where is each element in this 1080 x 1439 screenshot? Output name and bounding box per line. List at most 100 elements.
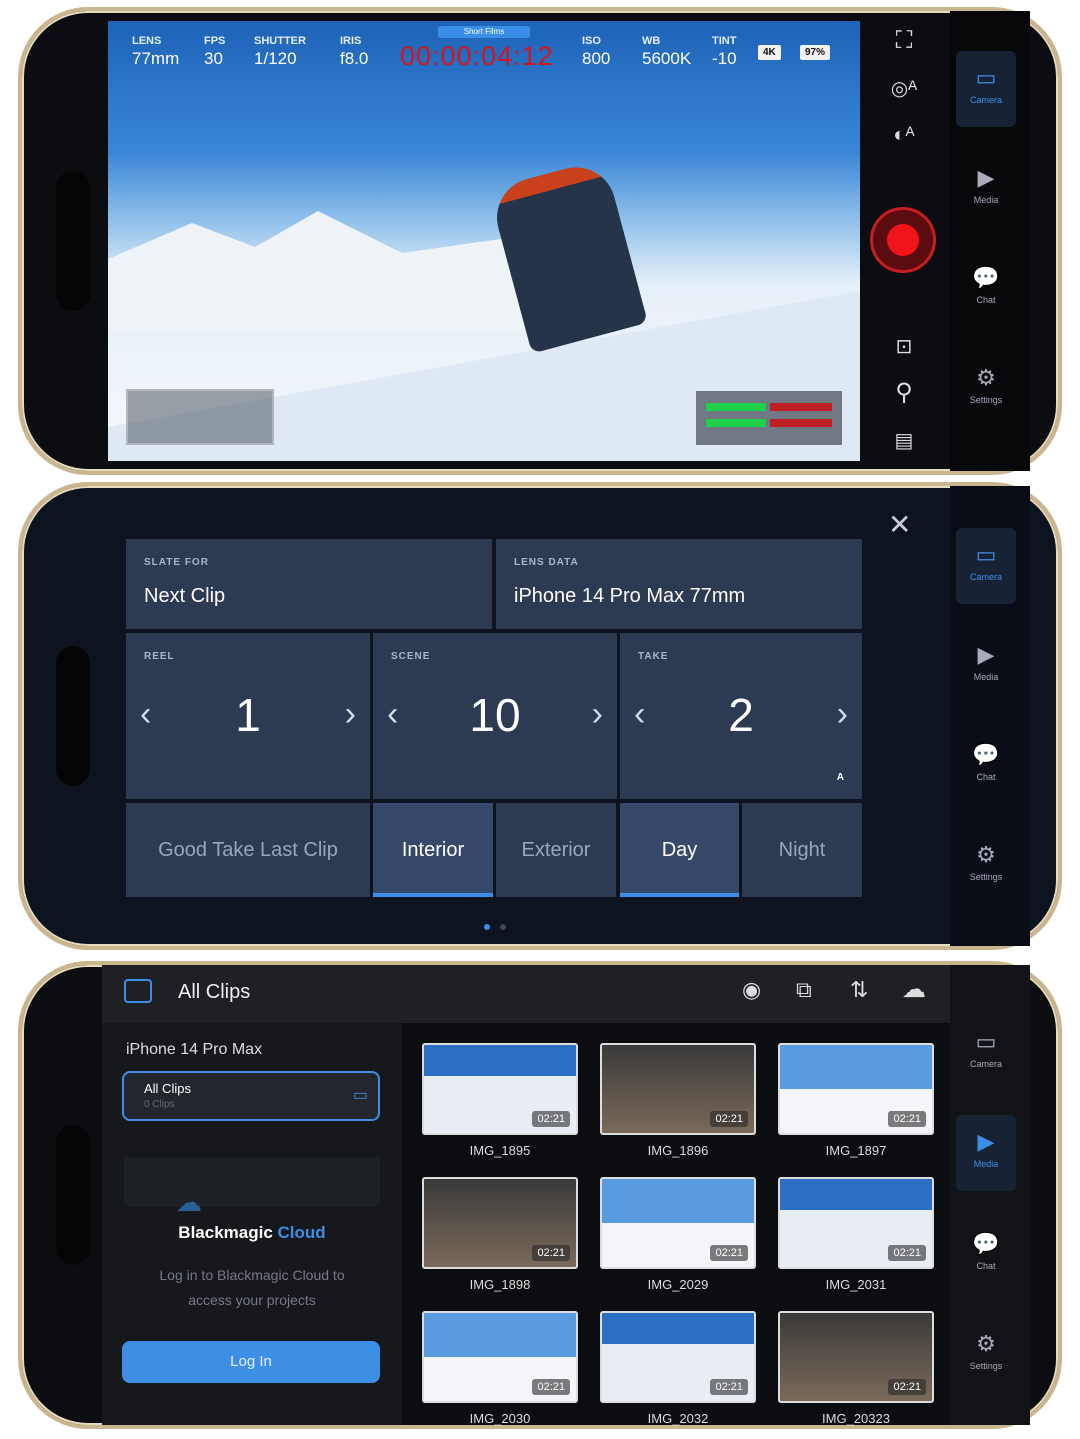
clip-duration: 02:21 bbox=[532, 1245, 570, 1261]
clip-thumbnail[interactable]: 02:21 bbox=[600, 1043, 756, 1135]
cloud-brand: Blackmagic Cloud bbox=[178, 1223, 326, 1242]
clip-thumbnail[interactable]: 02:21 bbox=[600, 1311, 756, 1403]
auto-exposure-icon[interactable]: ◐ᴬ bbox=[886, 117, 922, 153]
nav-camera[interactable]: ▭ Camera bbox=[956, 51, 1016, 127]
nav-settings[interactable]: ⚙ Settings bbox=[956, 828, 1016, 904]
close-icon[interactable]: ✕ bbox=[888, 508, 911, 541]
readout-shutter[interactable]: SHUTTER 1/120 bbox=[254, 35, 306, 69]
clip-thumbnail[interactable]: 02:21 bbox=[778, 1177, 934, 1269]
project-badge[interactable]: Short Films bbox=[438, 26, 530, 38]
battery-badge: 97% bbox=[800, 45, 831, 60]
gear-icon: ⚙ bbox=[976, 842, 996, 867]
sidebar-toggle-icon[interactable] bbox=[124, 979, 152, 1003]
chat-icon: 💬 bbox=[972, 1231, 1000, 1256]
readout-iso[interactable]: ISO 800 bbox=[582, 35, 610, 69]
clip-thumbnail[interactable]: 02:21 bbox=[778, 1043, 934, 1135]
media-icon: ▶ bbox=[977, 165, 995, 190]
dynamic-island bbox=[56, 171, 90, 311]
filter-icon[interactable]: ◉ bbox=[742, 977, 761, 1003]
resolution-badge: 4K bbox=[758, 45, 781, 60]
readout-lens[interactable]: LENS 77mm bbox=[132, 35, 179, 69]
clip-name: IMG_1896 bbox=[647, 1143, 709, 1158]
clip-duration: 02:21 bbox=[710, 1245, 748, 1261]
audio-meter[interactable] bbox=[696, 391, 842, 445]
cloud-placeholder bbox=[124, 1157, 380, 1207]
clip-duration: 02:21 bbox=[888, 1245, 926, 1261]
readout-fps[interactable]: FPS 30 bbox=[204, 35, 225, 69]
readout-tint[interactable]: TINT -10 bbox=[712, 35, 737, 69]
dynamic-island bbox=[56, 646, 90, 786]
clip-duration: 02:21 bbox=[532, 1111, 570, 1127]
nav-media[interactable]: ▶ Media bbox=[956, 628, 1016, 704]
camera-icon: ▭ bbox=[975, 1029, 997, 1054]
timecode: 00:00:04:12 bbox=[400, 41, 554, 71]
readout-iris[interactable]: IRIS f8.0 bbox=[340, 35, 368, 69]
lens-switch-icon[interactable]: ⊡ bbox=[886, 329, 922, 365]
clip-name: IMG_2029 bbox=[647, 1277, 709, 1292]
dynamic-island bbox=[56, 1125, 90, 1265]
scene-increment[interactable]: › bbox=[592, 695, 603, 734]
clip-thumbnail[interactable]: 02:21 bbox=[422, 1043, 578, 1135]
fullscreen-icon[interactable]: ⛶ bbox=[886, 23, 922, 59]
clip-thumbnail[interactable]: 02:21 bbox=[600, 1177, 756, 1269]
nav-rail: ▭ Camera ▶ Media 💬 Chat ⚙ Settings bbox=[950, 486, 1030, 946]
clip-thumbnail[interactable]: 02:21 bbox=[422, 1177, 578, 1269]
histogram[interactable] bbox=[126, 389, 274, 445]
viewfinder[interactable]: Short Films LENS 77mm FPS 30 SHUTTER 1/120 … bbox=[108, 21, 860, 461]
option-exterior[interactable]: Exterior bbox=[496, 803, 616, 897]
sort-icon[interactable]: ⇅ bbox=[850, 977, 868, 1003]
clip-duration: 02:21 bbox=[888, 1111, 926, 1127]
record-button[interactable] bbox=[870, 207, 936, 273]
cloud-description: Log in to Blackmagic Cloud to access your… bbox=[159, 1267, 345, 1308]
option-day[interactable]: Day bbox=[620, 803, 739, 897]
login-button[interactable]: Log In bbox=[122, 1341, 380, 1383]
nav-settings[interactable]: ⚙ Settings bbox=[956, 351, 1016, 427]
clip-thumbnail[interactable]: 02:21 bbox=[422, 1311, 578, 1403]
chat-icon: 💬 bbox=[972, 742, 1000, 767]
clip-grid: 02:21 IMG_1895 02:21 IMG_1896 02:21 IMG_1897 0… bbox=[402, 1023, 958, 1426]
media-icon: ▶ bbox=[977, 1129, 995, 1154]
camera-screen: Short Films LENS 77mm FPS 30 SHUTTER 1/120 … bbox=[18, 7, 1062, 475]
scene-stepper: SCENE ‹ 10 › bbox=[373, 633, 617, 799]
media-sidebar: iPhone 14 Pro Max All Clips 0 Clips ▭ ☁ … bbox=[102, 1023, 402, 1425]
device-name: iPhone 14 Pro Max bbox=[126, 1041, 263, 1058]
take-mode[interactable]: A bbox=[837, 772, 844, 783]
nav-camera[interactable]: ▭ Camera bbox=[956, 528, 1016, 604]
clip-name: IMG_1898 bbox=[469, 1277, 531, 1292]
nav-media[interactable]: ▶ Media bbox=[956, 151, 1016, 227]
nav-media[interactable]: ▶ Media bbox=[956, 1115, 1016, 1191]
nav-chat[interactable]: 💬 Chat bbox=[956, 728, 1016, 804]
select-clips-icon[interactable]: ⧉ bbox=[796, 977, 812, 1003]
slate-icon[interactable]: ▤ bbox=[886, 423, 922, 459]
clip-thumbnail[interactable]: 02:21 bbox=[778, 1311, 934, 1403]
gear-icon: ⚙ bbox=[976, 1331, 996, 1356]
slate-for-field[interactable]: SLATE FOR Next Clip bbox=[126, 539, 492, 629]
media-icon: ▶ bbox=[977, 642, 995, 667]
option-good-take[interactable]: Good Take Last Clip bbox=[126, 803, 370, 897]
reel-increment[interactable]: › bbox=[345, 695, 356, 734]
album-all-clips[interactable]: All Clips 0 Clips ▭ bbox=[122, 1071, 380, 1121]
page-dot-active[interactable] bbox=[484, 924, 490, 930]
nav-rail: ▭ Camera ▶ Media 💬 Chat ⚙ Settings bbox=[950, 965, 1030, 1425]
nav-chat[interactable]: 💬 Chat bbox=[956, 251, 1016, 327]
nav-settings[interactable]: ⚙ Settings bbox=[956, 1317, 1016, 1393]
clip-name: IMG_1895 bbox=[469, 1143, 531, 1158]
nav-camera[interactable]: ▭ Camera bbox=[956, 1015, 1016, 1091]
slate-screen: ✕ SLATE FOR Next Clip LENS DATA iPhone 14 … bbox=[18, 482, 1062, 950]
page-title: All Clips bbox=[178, 981, 251, 1003]
lens-data-field[interactable]: LENS DATA iPhone 14 Pro Max 77mm bbox=[496, 539, 862, 629]
camera-icon: ▭ bbox=[975, 542, 997, 567]
clip-duration: 02:21 bbox=[888, 1379, 926, 1395]
take-increment[interactable]: › bbox=[837, 695, 848, 734]
auto-focus-icon[interactable]: ◎ᴬ bbox=[886, 71, 922, 107]
cloud-icon[interactable]: ☁ bbox=[902, 975, 926, 1004]
option-night[interactable]: Night bbox=[742, 803, 862, 897]
chat-icon: 💬 bbox=[972, 265, 1000, 290]
clip-name: IMG_20323 bbox=[822, 1411, 890, 1426]
zoom-icon[interactable]: ⚲ bbox=[886, 375, 922, 411]
option-interior[interactable]: Interior bbox=[373, 803, 493, 897]
nav-chat[interactable]: 💬 Chat bbox=[956, 1217, 1016, 1293]
readout-wb[interactable]: WB 5600K bbox=[642, 35, 691, 69]
page-dot[interactable] bbox=[500, 924, 506, 930]
camera-icon: ▭ bbox=[975, 65, 997, 90]
